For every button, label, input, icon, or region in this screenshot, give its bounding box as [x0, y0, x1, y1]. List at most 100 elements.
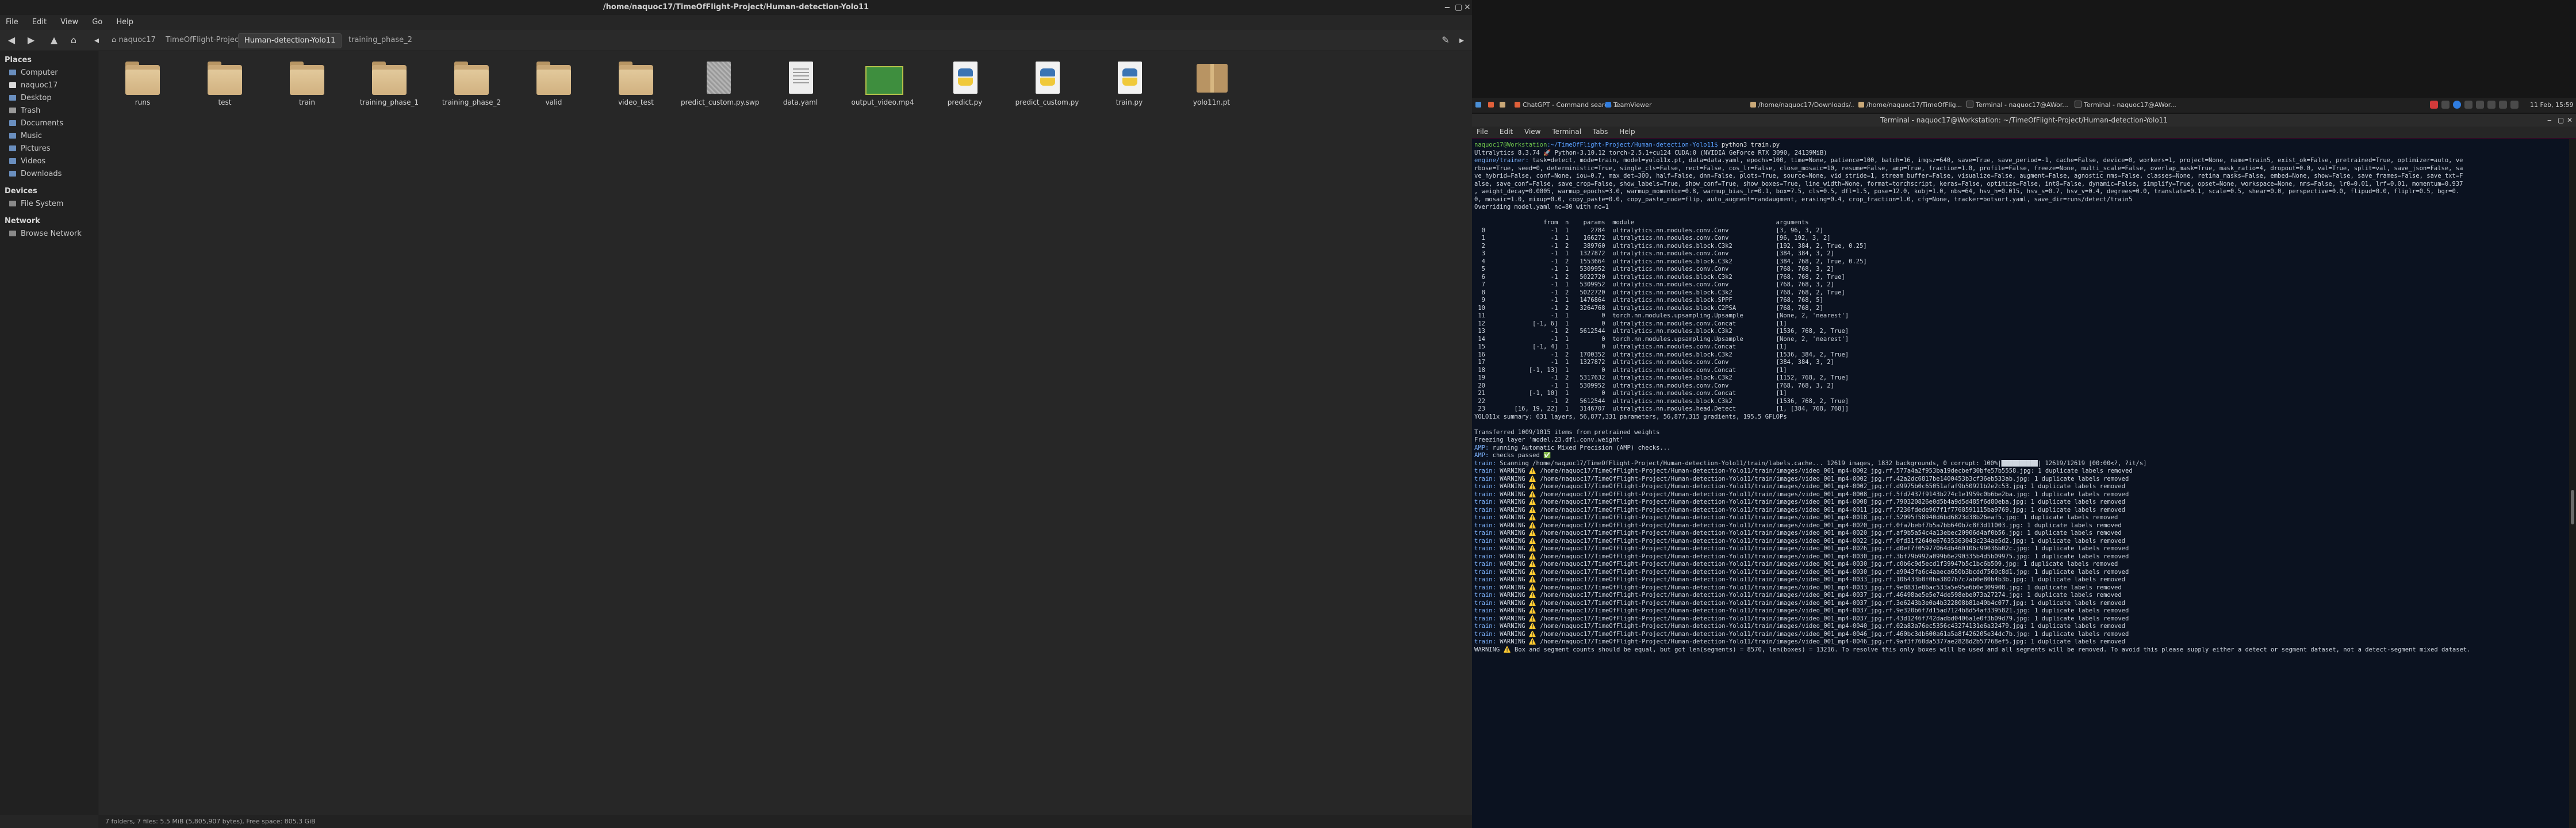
terminal-menu-file[interactable]: File: [1472, 126, 1493, 137]
edit-location-icon[interactable]: ✎: [1440, 34, 1451, 46]
window-title-text: /home/naquoc17/TimeOfFlight-Project/Huma…: [603, 3, 869, 12]
file-item-output-video[interactable]: output_video.mp4: [845, 62, 920, 106]
file-name: data.yaml: [783, 98, 818, 106]
sidebar-item-computer[interactable]: Computer: [9, 67, 58, 79]
file-item-test[interactable]: test: [187, 62, 262, 106]
output-line: engine/trainer: task=detect, mode=train,…: [1474, 157, 2463, 164]
file-name: yolo11n.pt: [1193, 98, 1230, 106]
battery-icon[interactable]: [2487, 101, 2496, 109]
file-item-runs[interactable]: runs: [105, 62, 180, 106]
breadcrumb-training-phase-2[interactable]: training_phase_2: [343, 33, 418, 47]
python-file-icon: [948, 62, 982, 95]
file-item-video-test[interactable]: video_test: [599, 62, 673, 106]
warning-line: train: WARNING ⚠️ /home/naquoc17/TimeOfF…: [1474, 553, 2129, 560]
terminal-menu-help[interactable]: Help: [1615, 126, 1639, 137]
bell-icon[interactable]: [2441, 101, 2450, 109]
maximize-icon[interactable]: ▢: [1455, 0, 1462, 15]
warning-line: train: WARNING ⚠️ /home/naquoc17/TimeOfF…: [1474, 483, 2125, 490]
output-line: 9 -1 1 1476864 ultralytics.nn.modules.bl…: [1474, 297, 1823, 304]
task-project-folder[interactable]: /home/naquoc17/TimeOfFlig...: [1858, 100, 1962, 110]
folder-icon: [290, 62, 324, 95]
sidebar-item-videos[interactable]: Videos: [9, 156, 45, 167]
menu-help[interactable]: Help: [110, 16, 139, 26]
menu-go[interactable]: Go: [86, 16, 108, 26]
output-line: Transferred 1009/1015 items from pretrai…: [1474, 428, 1660, 436]
task-downloads[interactable]: /home/naquoc17/Downloads/...: [1750, 100, 1854, 110]
sidebar-item-trash[interactable]: Trash: [9, 105, 40, 117]
file-item-swp[interactable]: predict_custom.py.swp: [681, 62, 759, 106]
sidebar-item-desktop[interactable]: Desktop: [9, 93, 52, 104]
file-item-valid[interactable]: valid: [516, 62, 591, 106]
file-item-predict-custom-py[interactable]: predict_custom.py: [1010, 62, 1084, 106]
sidebar-item-documents[interactable]: Documents: [9, 118, 63, 129]
breadcrumb-current[interactable]: Human-detection-Yolo11: [238, 33, 342, 48]
terminal-menu-terminal[interactable]: Terminal: [1547, 126, 1586, 137]
breadcrumb-project[interactable]: TimeOfFlight-Project: [160, 33, 247, 47]
task-terminal-2[interactable]: Terminal - naquoc17@AWor...: [2075, 100, 2178, 110]
sidebar-item-downloads[interactable]: Downloads: [9, 168, 62, 180]
task-label: Terminal - naquoc17@AWor...: [1976, 101, 2068, 109]
sidebar-item-browse-network[interactable]: Browse Network: [9, 228, 82, 240]
terminal-output[interactable]: naquoc17@Workstation:~/TimeOfFlight-Proj…: [1472, 139, 2569, 828]
terminal-menu-tabs[interactable]: Tabs: [1588, 126, 1613, 137]
sidebar-item-pictures[interactable]: Pictures: [9, 143, 50, 155]
minimize-icon[interactable]: ‒: [1444, 0, 1450, 15]
teamviewer-tray-icon[interactable]: [2453, 101, 2461, 109]
warning-line: train: WARNING ⚠️ /home/naquoc17/TimeOfF…: [1474, 467, 2133, 474]
sidebar-item-home[interactable]: naquoc17: [9, 80, 57, 91]
output-line: from n params module arguments: [1474, 219, 1809, 226]
recording-tray-icon[interactable]: [2430, 101, 2438, 109]
breadcrumb-home[interactable]: ⌂ naquoc17: [106, 33, 162, 47]
terminal-menu-view[interactable]: View: [1520, 126, 1545, 137]
teamviewer-icon: [1605, 102, 1611, 108]
file-item-yolo11n-pt[interactable]: yolo11n.pt: [1174, 62, 1249, 106]
terminal-menu-edit[interactable]: Edit: [1495, 126, 1517, 137]
file-item-predict-py[interactable]: predict.py: [927, 62, 1002, 106]
scrollbar-thumb[interactable]: [2571, 490, 2574, 524]
output-line: Ultralytics 8.3.74 🚀 Python-3.10.12 torc…: [1474, 149, 1827, 156]
up-icon[interactable]: ▲: [48, 34, 60, 46]
sidebar-item-label: Trash: [21, 106, 41, 115]
terminal-title-text: Terminal - naquoc17@Workstation: ~/TimeO…: [1880, 116, 2168, 124]
wifi-icon[interactable]: [2510, 101, 2518, 109]
forward-icon[interactable]: ▶: [25, 34, 37, 46]
apps-menu-icon[interactable]: [1475, 100, 1483, 110]
output-line: 10 -1 2 3264768 ultralytics.nn.modules.b…: [1474, 304, 1823, 312]
task-chatgpt[interactable]: ChatGPT - Command search ...: [1515, 100, 1617, 110]
sidebar-item-music[interactable]: Music: [9, 131, 42, 142]
output-line: 1 -1 1 166272 ultralytics.nn.modules.con…: [1474, 235, 1831, 241]
network-tray-icon[interactable]: [2464, 101, 2472, 109]
file-item-data-yaml[interactable]: data.yaml: [763, 62, 838, 106]
sidebar-item-file-system[interactable]: File System: [9, 198, 63, 210]
menu-edit[interactable]: Edit: [26, 16, 52, 26]
output-line: 2 -1 2 389760 ultralytics.nn.modules.blo…: [1474, 242, 1867, 250]
file-item-training-phase-2[interactable]: training_phase_2: [434, 62, 509, 106]
file-item-train[interactable]: train: [270, 62, 344, 106]
task-terminal-1[interactable]: Terminal - naquoc17@AWor...: [1966, 100, 2070, 110]
files-launcher-icon[interactable]: [1500, 100, 1508, 110]
back-icon[interactable]: ◀: [6, 34, 17, 46]
toggle-location-icon[interactable]: ◂: [91, 34, 102, 46]
menu-file[interactable]: File: [0, 16, 24, 26]
volume-icon[interactable]: [2499, 101, 2507, 109]
maximize-icon[interactable]: ▢: [2558, 114, 2564, 126]
chat-tray-icon[interactable]: [2476, 101, 2484, 109]
sidebar-item-label: Music: [21, 132, 42, 140]
close-icon[interactable]: ✕: [1464, 0, 1471, 15]
clock[interactable]: 11 Feb, 15:59: [2530, 100, 2575, 110]
home-icon[interactable]: ⌂: [68, 34, 79, 46]
sidebar: Places Computer naquoc17 Desktop Trash D…: [0, 51, 98, 815]
file-item-train-py[interactable]: train.py: [1092, 62, 1167, 106]
close-icon[interactable]: ✕: [2567, 114, 2573, 126]
file-item-training-phase-1[interactable]: training_phase_1: [352, 62, 427, 106]
task-teamviewer[interactable]: TeamViewer: [1605, 100, 1663, 110]
minimize-icon[interactable]: ‒: [2547, 114, 2552, 126]
sidebar-heading-network: Network: [5, 217, 40, 225]
browser-launcher-icon[interactable]: [1488, 100, 1496, 110]
terminal-scrollbar[interactable]: [2569, 139, 2576, 828]
menu-view[interactable]: View: [55, 16, 84, 26]
output-line: Freezing layer 'model.23.dfl.conv.weight…: [1474, 436, 1624, 443]
sidebar-item-label: Videos: [21, 157, 46, 166]
videos-icon: [9, 158, 16, 164]
next-icon[interactable]: ▸: [1456, 34, 1467, 46]
